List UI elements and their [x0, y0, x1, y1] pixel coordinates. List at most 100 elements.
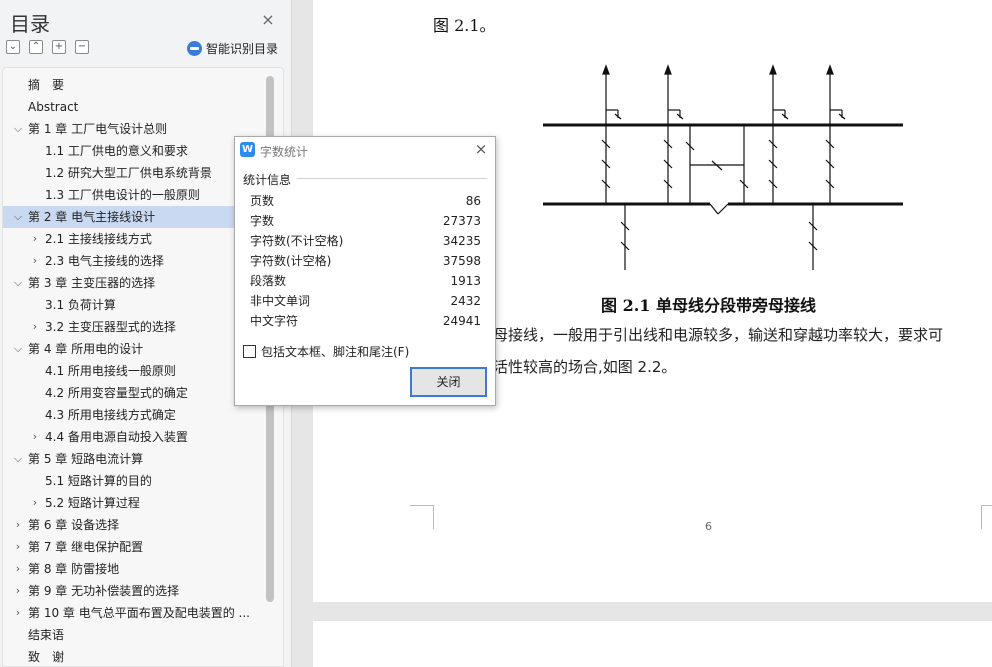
stat-row: 字数 27373: [250, 211, 481, 231]
stat-label: 字符数(计空格): [250, 254, 332, 268]
chevron-down-icon[interactable]: ⌵: [12, 118, 24, 140]
stat-label: 中文字符: [250, 314, 299, 328]
stat-value: 34235: [442, 234, 481, 248]
toc-item-label: 3.1 负荷计算: [45, 298, 116, 312]
toc-item[interactable]: › 4.4 备用电源自动投入装置: [3, 426, 267, 448]
toc-item[interactable]: › 2.1 主接线接线方式: [3, 228, 267, 250]
body-text-line: 活性较高的场合,如图 2.2。: [493, 358, 677, 376]
chevron-right-icon[interactable]: ›: [29, 250, 41, 272]
toc-item-label: 致 谢: [28, 650, 65, 664]
chevron-down-icon[interactable]: ⌵: [12, 206, 24, 228]
chevron-right-icon[interactable]: ›: [29, 492, 41, 514]
chevron-right-icon[interactable]: ›: [12, 602, 24, 624]
toc-item[interactable]: 1.2 研究大型工厂供电系统背景: [3, 162, 267, 184]
close-button[interactable]: 关闭: [410, 367, 487, 397]
stat-label: 字符数(不计空格): [250, 234, 344, 248]
section-divider: [297, 178, 487, 179]
page-number: 6: [705, 520, 712, 533]
chevron-down-icon[interactable]: ⌵: [12, 272, 24, 294]
stats-list: 页数 86 字数 27373 字符数(不计空格) 34235 字符数(计空格) 37598 段落…: [250, 191, 481, 331]
toc-item-label: 2.3 电气主接线的选择: [45, 254, 164, 268]
toc-item-label: 4.3 所用电接线方式确定: [45, 408, 176, 422]
chevron-right-icon[interactable]: ›: [12, 558, 24, 580]
toc-item-label: 第 6 章 设备选择: [28, 518, 120, 532]
toc-item[interactable]: 1.1 工厂供电的意义和要求: [3, 140, 267, 162]
toc-item[interactable]: › 第 8 章 防雷接地: [3, 558, 267, 580]
include-textbox-checkbox[interactable]: 包括文本框、脚注和尾注(F): [243, 343, 409, 360]
toc-item[interactable]: 致 谢: [3, 646, 267, 666]
toc-item[interactable]: Abstract: [3, 96, 267, 118]
toc-item[interactable]: 3.1 负荷计算: [3, 294, 267, 316]
wps-app-icon: W: [240, 142, 255, 157]
expand-up-icon[interactable]: ⌃: [29, 40, 43, 54]
smart-toc-button[interactable]: 智能识别目录: [187, 40, 278, 57]
chevron-right-icon[interactable]: ›: [12, 536, 24, 558]
section-label: 统计信息: [243, 173, 292, 187]
toc-item[interactable]: 摘 要: [3, 74, 267, 96]
chevron-right-icon[interactable]: ›: [29, 316, 41, 338]
next-document-page[interactable]: [313, 621, 992, 667]
toc-item[interactable]: ⌵ 第 2 章 电气主接线设计: [3, 206, 267, 228]
chevron-right-icon[interactable]: ›: [29, 426, 41, 448]
toc-title: 目录: [10, 12, 50, 36]
stat-value: 37598: [442, 254, 481, 268]
toc-item[interactable]: › 第 10 章 电气总平面布置及配电装置的 ...: [3, 602, 267, 624]
toc-item-label: 第 1 章 工厂电气设计总则: [28, 122, 168, 136]
stat-row: 字符数(计空格) 37598: [250, 251, 481, 271]
chevron-right-icon[interactable]: ›: [29, 228, 41, 250]
chevron-down-icon[interactable]: ⌵: [12, 338, 24, 360]
toc-item-label: 第 4 章 所用电的设计: [28, 342, 144, 356]
checkbox[interactable]: [243, 345, 256, 358]
toc-item-label: 3.2 主变压器型式的选择: [45, 320, 176, 334]
toc-item-label: 1.1 工厂供电的意义和要求: [45, 144, 188, 158]
toc-item-label: 1.2 研究大型工厂供电系统背景: [45, 166, 212, 180]
stat-label: 段落数: [250, 274, 287, 288]
minus-icon[interactable]: −: [75, 40, 89, 54]
toc-item-label: 第 9 章 无功补偿装置的选择: [28, 584, 180, 598]
chevron-down-icon[interactable]: ⌵: [12, 448, 24, 470]
crop-mark: [410, 505, 434, 529]
toc-item[interactable]: › 第 9 章 无功补偿装置的选择: [3, 580, 267, 602]
toc-item[interactable]: 4.3 所用电接线方式确定: [3, 404, 267, 426]
stat-row: 字符数(不计空格) 34235: [250, 231, 481, 251]
toc-item[interactable]: › 第 7 章 继电保护配置: [3, 536, 267, 558]
close-icon[interactable]: ×: [473, 141, 489, 157]
chevron-right-icon[interactable]: ›: [12, 514, 24, 536]
toc-item[interactable]: 4.1 所用电接线一般原则: [3, 360, 267, 382]
toc-item[interactable]: › 2.3 电气主接线的选择: [3, 250, 267, 272]
plus-icon[interactable]: +: [52, 40, 66, 54]
dialog-titlebar[interactable]: W 字数统计 ×: [235, 137, 495, 163]
stat-value: 2432: [450, 294, 481, 308]
close-icon[interactable]: ×: [261, 12, 275, 28]
toc-item[interactable]: ⌵ 第 1 章 工厂电气设计总则: [3, 118, 267, 140]
toc-item[interactable]: ⌵ 第 3 章 主变压器的选择: [3, 272, 267, 294]
toc-item[interactable]: › 3.2 主变压器型式的选择: [3, 316, 267, 338]
chevron-right-icon[interactable]: ›: [12, 580, 24, 602]
stat-value: 27373: [442, 214, 481, 228]
toc-item-label: 1.3 工厂供电设计的一般原则: [45, 188, 200, 202]
smart-toc-label: 智能识别目录: [206, 42, 279, 56]
stat-row: 页数 86: [250, 191, 481, 211]
toc-item[interactable]: ⌵ 第 5 章 短路电流计算: [3, 448, 267, 470]
stat-row: 非中文单词 2432: [250, 291, 481, 311]
toc-item[interactable]: › 第 6 章 设备选择: [3, 514, 267, 536]
toc-item[interactable]: 1.3 工厂供电设计的一般原则: [3, 184, 267, 206]
stat-value: 1913: [450, 274, 481, 288]
toc-item[interactable]: ⌵ 第 4 章 所用电的设计: [3, 338, 267, 360]
checkbox-label: 包括文本框、脚注和尾注(F): [261, 345, 410, 359]
single-line-diagram: [543, 64, 903, 270]
toc-item[interactable]: 5.1 短路计算的目的: [3, 470, 267, 492]
toc-item-label: 5.1 短路计算的目的: [45, 474, 152, 488]
stat-value: 86: [465, 194, 481, 208]
toc-item[interactable]: 4.2 所用变容量型式的确定: [3, 382, 267, 404]
dialog-title: 字数统计: [260, 145, 309, 159]
toc-item-label: 第 7 章 继电保护配置: [28, 540, 144, 554]
body-text-line: 母接线，一般用于引出线和电源较多，输送和穿越功率较大，要求可: [493, 326, 944, 344]
toc-item-label: 2.1 主接线接线方式: [45, 232, 152, 246]
collapse-down-icon[interactable]: ⌄: [6, 40, 20, 54]
toc-item-label: 4.1 所用电接线一般原则: [45, 364, 176, 378]
toc-item[interactable]: 结束语: [3, 624, 267, 646]
toc-item[interactable]: › 5.2 短路计算过程: [3, 492, 267, 514]
crop-mark: [981, 505, 992, 529]
toc-item-label: 第 2 章 电气主接线设计: [28, 210, 156, 224]
